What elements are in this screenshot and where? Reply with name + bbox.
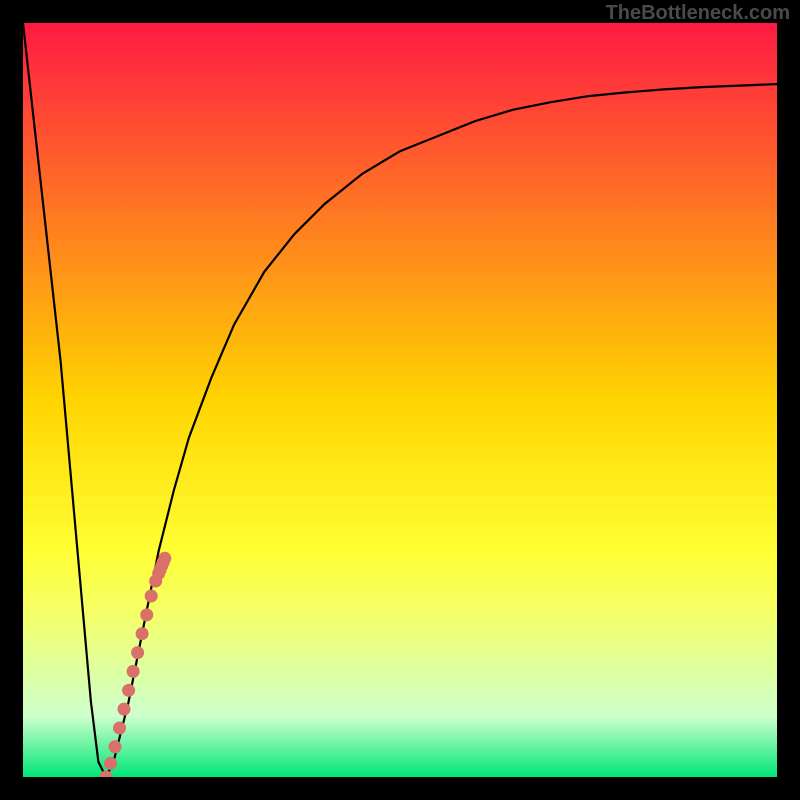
scatter-dot [131, 646, 144, 659]
chart-svg [23, 23, 777, 777]
scatter-dot [127, 665, 140, 678]
scatter-dot [104, 757, 117, 770]
scatter-dot [140, 608, 153, 621]
scatter-dot [158, 552, 171, 565]
scatter-dot [109, 740, 122, 753]
watermark-text: TheBottleneck.com [606, 2, 790, 25]
scatter-dot [145, 590, 158, 603]
scatter-dot [118, 703, 131, 716]
scatter-dot [122, 684, 135, 697]
scatter-dot [136, 627, 149, 640]
scatter-dot [113, 722, 126, 735]
plot-area [23, 23, 777, 777]
